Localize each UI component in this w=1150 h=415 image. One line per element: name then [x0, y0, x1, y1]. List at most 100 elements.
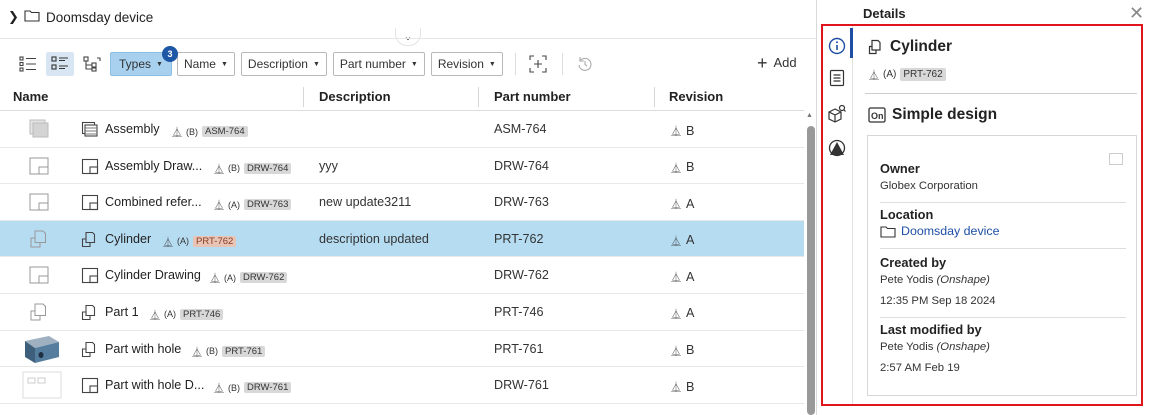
reset-filters-button[interactable]: [571, 52, 599, 76]
item-description: yyy: [319, 158, 338, 173]
table-row[interactable]: Assembly Draw... ⏅ (B) DRW-764 yyy DRW-764 ⏅ B: [0, 148, 804, 185]
tree-view-button[interactable]: [78, 52, 106, 76]
item-part-number-chip: PRT-762: [193, 235, 237, 247]
chevron-right-icon[interactable]: ❯: [8, 9, 19, 25]
item-name[interactable]: Cylinder Drawing: [105, 268, 201, 282]
revision-filter-label: Revision: [437, 57, 484, 71]
column-header-revision[interactable]: Revision: [669, 89, 723, 104]
item-revision: ⏅ B: [671, 379, 694, 395]
item-thumbnail: [22, 371, 62, 399]
add-button-label: Add: [773, 55, 797, 70]
item-name[interactable]: Assembly: [105, 122, 160, 136]
types-filter-label: Types: [119, 57, 152, 71]
revision-icon: ⏅: [671, 163, 681, 175]
item-revision-info: ⏅ (B) PRT-761: [192, 344, 266, 359]
item-name[interactable]: Part 1: [105, 305, 139, 319]
item-part-number: ASM-764: [494, 122, 547, 136]
close-icon[interactable]: ✕: [1129, 3, 1144, 24]
collapse-toolbar-button[interactable]: ⌄: [395, 28, 421, 46]
item-revision-letter: A: [686, 233, 695, 248]
revision-icon: ⏅: [150, 310, 160, 322]
part-icon: [81, 341, 99, 358]
item-revision-info: ⏅ (B) ASM-764: [172, 124, 248, 139]
item-revision-letter: A: [686, 196, 695, 211]
table-row[interactable]: Combined refer... ⏅ (A) DRW-763 new update32…: [0, 184, 804, 221]
revision-icon: ⏅: [671, 346, 681, 358]
item-part-number: DRW-764: [494, 158, 549, 173]
revision-filter[interactable]: Revision ▼: [430, 52, 503, 76]
detail-view-button[interactable]: [46, 52, 74, 76]
item-revision: ⏅ B: [671, 343, 694, 358]
item-revision-letter: A: [686, 306, 695, 321]
revision-icon: ⏅: [214, 164, 224, 176]
item-revision-info: ⏅ (A) PRT-762: [163, 234, 237, 249]
scroll-up-icon[interactable]: ▲: [806, 112, 813, 119]
item-revision: ⏅ A: [671, 306, 694, 321]
column-resizer[interactable]: [303, 87, 304, 107]
vertical-scrollbar[interactable]: ▲: [806, 112, 816, 415]
drawing-icon: [81, 158, 99, 175]
add-button[interactable]: + Add: [757, 54, 797, 72]
item-part-number-chip: DRW-763: [244, 199, 292, 211]
table-row[interactable]: Part with hole D... ⏅ (B) DRW-761 DRW-761 ⏅ B: [0, 367, 804, 404]
types-filter[interactable]: Types ▼ 3: [110, 46, 178, 76]
caret-down-icon: ▼: [410, 60, 418, 68]
table-header: Name Description Part number Revision: [0, 85, 816, 111]
pane-divider[interactable]: [816, 0, 817, 415]
column-resizer[interactable]: [654, 87, 655, 107]
add-filter-icon: [529, 55, 547, 73]
item-part-number-chip: DRW-762: [240, 272, 288, 284]
item-revision: ⏅ B: [671, 160, 694, 175]
column-header-name[interactable]: Name: [13, 89, 48, 104]
column-header-description[interactable]: Description: [319, 89, 391, 104]
table-row[interactable]: Assembly ⏅ (B) ASM-764 ASM-764 ⏅ B: [0, 111, 804, 148]
revision-icon: ⏅: [671, 273, 681, 285]
revision-icon: ⏅: [210, 274, 220, 286]
item-rev-letter: (A): [224, 272, 236, 283]
caret-down-icon: ▼: [156, 60, 163, 68]
list-view-icon: [19, 56, 36, 72]
table-row[interactable]: Cylinder Drawing ⏅ (A) DRW-762 DRW-762 ⏅ A: [0, 257, 804, 294]
description-filter[interactable]: Description ▼: [240, 52, 327, 76]
add-filter-button[interactable]: [524, 52, 552, 76]
item-part-number: DRW-761: [494, 378, 549, 393]
caret-down-icon: ▼: [312, 60, 320, 68]
list-view-button[interactable]: [14, 52, 42, 76]
description-filter-label: Description: [247, 57, 308, 71]
table-row[interactable]: Cylinder ⏅ (A) PRT-762 description updated PR…: [0, 220, 804, 258]
table-row[interactable]: Part 1 ⏅ (A) PRT-746 PRT-746 ⏅ A: [0, 294, 804, 331]
item-part-number-chip: PRT-761: [222, 345, 266, 357]
toolbar: Types ▼ 3 Name ▼ Description ▼ Part numb…: [14, 46, 603, 77]
part-number-filter[interactable]: Part number ▼: [332, 52, 425, 76]
item-part-number-chip: DRW-764: [244, 162, 292, 174]
revision-icon: ⏅: [214, 201, 224, 213]
item-name[interactable]: Part with hole D...: [105, 378, 204, 392]
breadcrumb-folder[interactable]: Doomsday device: [46, 10, 153, 25]
name-filter[interactable]: Name ▼: [176, 52, 235, 76]
item-revision-letter: B: [686, 123, 695, 138]
item-name[interactable]: Part with hole: [105, 342, 181, 356]
item-name[interactable]: Assembly Draw...: [105, 159, 202, 173]
part-number-filter-label: Part number: [339, 57, 406, 71]
revision-icon: ⏅: [214, 384, 224, 396]
revision-icon: ⏅: [172, 128, 182, 139]
item-name[interactable]: Cylinder: [105, 232, 151, 246]
drawing-icon: [81, 377, 99, 394]
revision-icon: ⏅: [671, 200, 681, 212]
drawing-icon: [81, 194, 99, 211]
item-name[interactable]: Combined refer...: [105, 195, 202, 209]
column-header-part-number[interactable]: Part number: [494, 89, 571, 104]
item-thumbnail: [28, 156, 50, 176]
history-icon: [578, 57, 592, 71]
breadcrumb: ❯ Doomsday device: [8, 7, 153, 27]
toolbar-separator: [514, 53, 516, 75]
scrollbar-thumb[interactable]: [807, 126, 815, 415]
table-row[interactable]: Part with hole ⏅ (B) PRT-761 PRT-761 ⏅ B: [0, 331, 804, 368]
item-rev-letter: (A): [228, 199, 240, 210]
column-resizer[interactable]: [478, 87, 479, 107]
item-part-number-chip: PRT-746: [180, 308, 224, 320]
item-revision: ⏅ A: [671, 196, 695, 212]
item-revision: ⏅ A: [671, 269, 694, 285]
item-revision-info: ⏅ (B) DRW-764: [214, 161, 292, 176]
item-revision: ⏅ B: [671, 123, 695, 139]
